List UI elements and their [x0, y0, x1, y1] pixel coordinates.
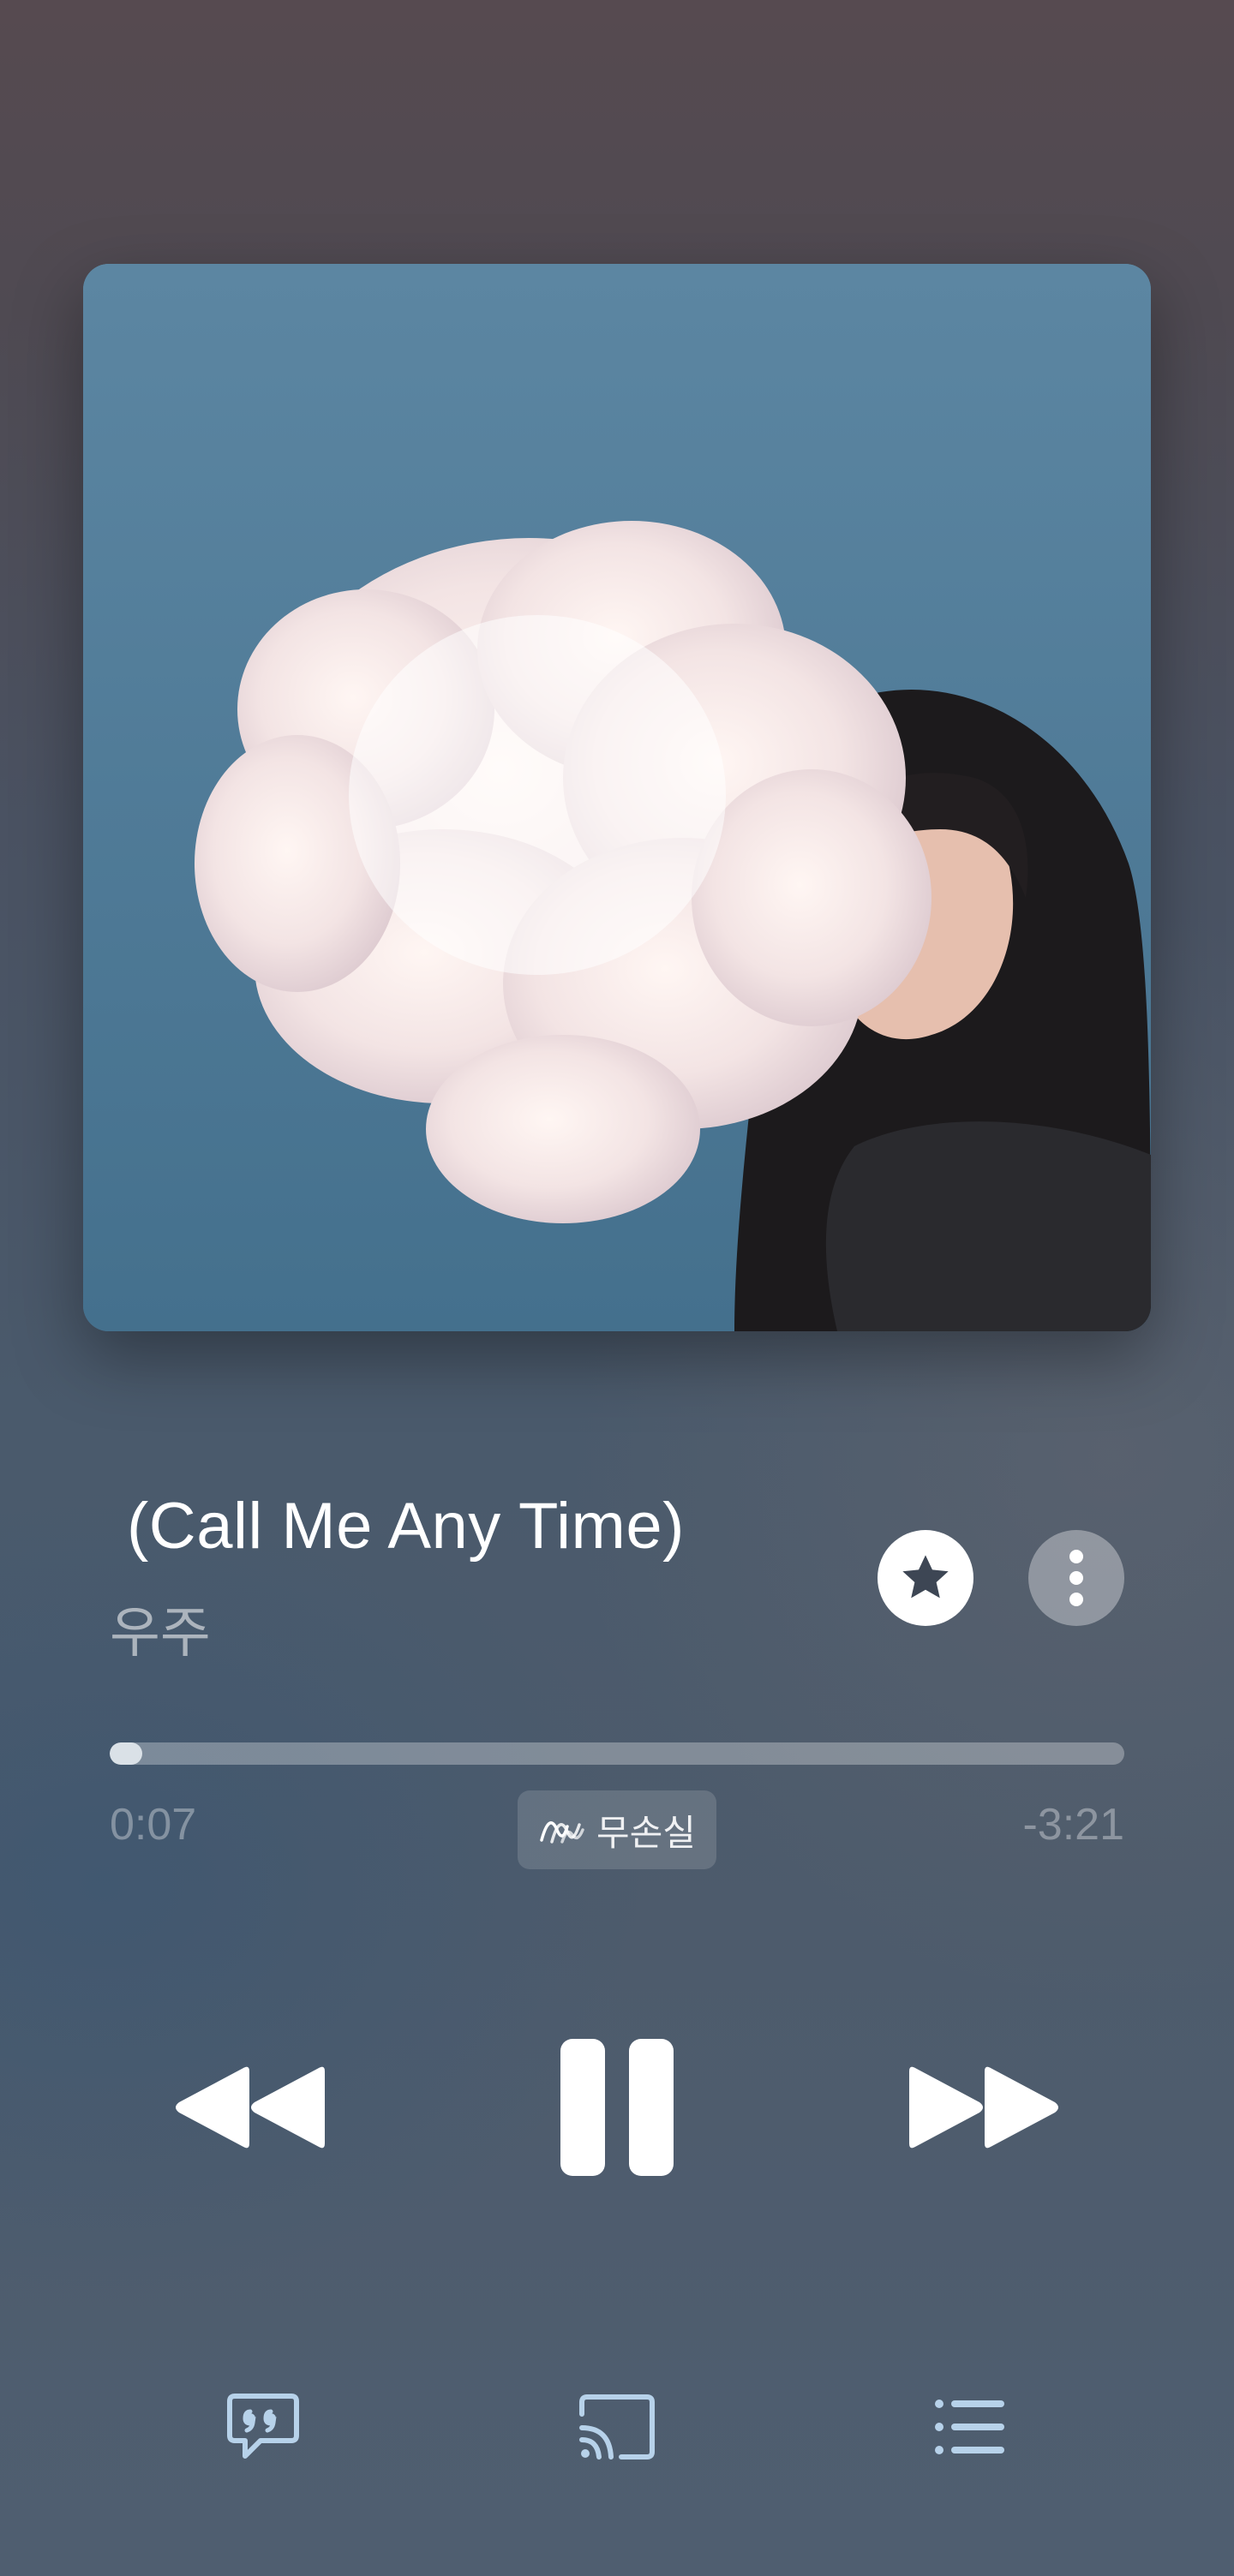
elapsed-time: 0:07: [110, 1800, 197, 1850]
favorite-button[interactable]: [878, 1530, 973, 1626]
queue-button[interactable]: [927, 2384, 1013, 2470]
progress-fill: [110, 1742, 142, 1765]
pause-icon: [560, 2039, 674, 2176]
cast-icon: [579, 2394, 655, 2459]
album-artwork: [83, 264, 1151, 1331]
pause-button[interactable]: [548, 2030, 686, 2185]
next-button[interactable]: [900, 2052, 1071, 2163]
quality-label: 무손실: [596, 1812, 696, 1853]
lyrics-button[interactable]: [220, 2384, 306, 2470]
remaining-time: -3:21: [1022, 1800, 1124, 1850]
fast-forward-icon: [909, 2066, 1058, 2149]
waveform-icon: [540, 1821, 584, 1844]
lyrics-quote-icon: [227, 2394, 299, 2459]
rewind-icon: [176, 2066, 325, 2149]
track-artist[interactable]: 우주: [110, 1589, 211, 1668]
more-options-button[interactable]: [1028, 1530, 1124, 1626]
cast-button[interactable]: [574, 2384, 660, 2470]
queue-list-icon: [935, 2400, 1004, 2454]
more-vertical-icon: [1069, 1550, 1083, 1606]
track-title: (Call Me Any Time): [127, 1490, 685, 1563]
audio-quality-badge[interactable]: 무손실: [518, 1790, 716, 1869]
progress-slider[interactable]: [110, 1742, 1124, 1765]
star-icon: [902, 1555, 949, 1599]
previous-button[interactable]: [163, 2052, 334, 2163]
